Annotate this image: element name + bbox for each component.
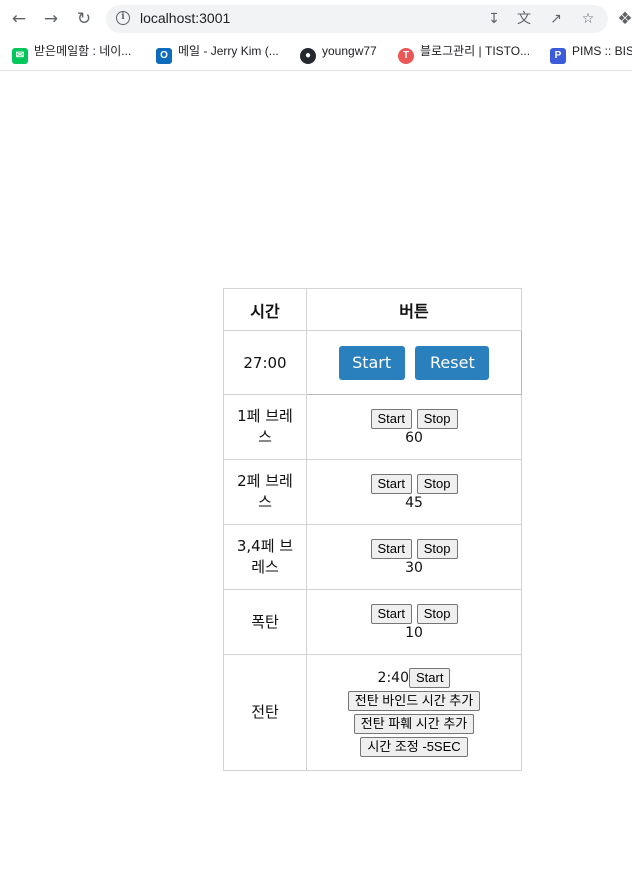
mail-icon: ✉ xyxy=(12,48,28,64)
bookmark-item[interactable]: P PIMS :: BIS xyxy=(550,41,632,64)
outlook-icon: O xyxy=(156,48,172,64)
timer-row: 3,4페 브레스 Start Stop 30 xyxy=(223,524,522,590)
adjust-time-button[interactable]: 시간 조정 -5SEC xyxy=(360,737,468,757)
start-button[interactable]: Start xyxy=(370,603,412,624)
last-timer-row: 전탄 2:40 Start 전탄 바인드 시간 추가 전탄 파훼 시간 추가 시간… xyxy=(223,654,522,771)
row-controls: Start Stop 30 xyxy=(306,524,522,590)
last-row-controls: 2:40 Start 전탄 바인드 시간 추가 전탄 파훼 시간 추가 시간 조정… xyxy=(306,654,522,771)
install-icon[interactable]: ↧ xyxy=(484,9,504,29)
extensions-icon[interactable]: ❖ xyxy=(614,8,632,30)
adjust-line: 시간 조정 -5SEC xyxy=(307,736,521,759)
header-row: 시간 버튼 xyxy=(223,288,522,331)
timer-table: 시간 버튼 27:00 Start Reset 1페 브레스 Start Sto… xyxy=(223,288,522,771)
browser-chrome: ← → ↻ i localhost:3001 ↧ 文 ↗ ☆ ❖ ✉ 받은메일함 … xyxy=(0,0,632,71)
stop-button[interactable]: Stop xyxy=(416,603,458,624)
row-value: 45 xyxy=(405,494,423,511)
bookmark-item[interactable]: ● youngw77 xyxy=(300,41,377,64)
main-reset-button[interactable]: Reset xyxy=(415,345,490,380)
main-start-button[interactable]: Start xyxy=(338,345,405,380)
stop-button[interactable]: Stop xyxy=(416,473,458,494)
header-time: 시간 xyxy=(223,288,307,331)
main-controls: Start Reset xyxy=(306,330,522,395)
row-label: 1페 브레스 xyxy=(223,394,307,460)
bookmarks-bar: ✉ 받은메일함 : 네이... O 메일 - Jerry Kim (... ● you… xyxy=(0,39,632,64)
address-bar[interactable]: i localhost:3001 ↧ 文 ↗ ☆ xyxy=(106,5,608,33)
translate-icon[interactable]: 文 xyxy=(514,9,534,29)
bookmark-item[interactable]: T 블로그관리 | TISTO... xyxy=(398,41,530,64)
bind-line: 전탄 바인드 시간 추가 xyxy=(307,690,521,713)
github-icon: ● xyxy=(300,48,316,64)
stop-button[interactable]: Stop xyxy=(416,538,458,559)
start-button[interactable]: Start xyxy=(370,538,412,559)
break-line: 전탄 파훼 시간 추가 xyxy=(307,713,521,736)
row-label: 3,4페 브레스 xyxy=(223,524,307,590)
timer-row: 1페 브레스 Start Stop 60 xyxy=(223,394,522,460)
row-label: 전탄 xyxy=(223,654,307,771)
timer-row: 폭탄 Start Stop 10 xyxy=(223,589,522,655)
start-button[interactable]: Start xyxy=(370,473,412,494)
row-label: 2페 브레스 xyxy=(223,459,307,525)
bookmark-item[interactable]: ✉ 받은메일함 : 네이... xyxy=(12,41,131,64)
row-value: 60 xyxy=(405,429,423,446)
start-button[interactable]: Start xyxy=(370,408,412,429)
row-label: 폭탄 xyxy=(223,589,307,655)
last-time-display: 2:40 xyxy=(377,669,409,686)
last-start-button[interactable]: Start xyxy=(408,668,451,688)
header-buttons: 버튼 xyxy=(306,288,522,331)
main-time-display: 27:00 xyxy=(223,330,307,395)
timer-row: 2페 브레스 Start Stop 45 xyxy=(223,459,522,525)
last-time-line: 2:40 Start xyxy=(307,667,521,690)
add-break-time-button[interactable]: 전탄 파훼 시간 추가 xyxy=(353,714,475,734)
tistory-icon: T xyxy=(398,48,414,64)
url-text[interactable]: localhost:3001 xyxy=(140,10,230,26)
row-controls: Start Stop 10 xyxy=(306,589,522,655)
add-bind-time-button[interactable]: 전탄 바인드 시간 추가 xyxy=(347,691,481,711)
row-controls: Start Stop 60 xyxy=(306,394,522,460)
bookmark-star-icon[interactable]: ☆ xyxy=(578,9,598,29)
row-value: 30 xyxy=(405,559,423,576)
main-timer-row: 27:00 Start Reset xyxy=(223,330,522,395)
reload-icon[interactable]: ↻ xyxy=(73,8,95,30)
share-icon[interactable]: ↗ xyxy=(546,9,566,29)
row-controls: Start Stop 45 xyxy=(306,459,522,525)
bookmark-item[interactable]: O 메일 - Jerry Kim (... xyxy=(156,41,279,64)
back-arrow-icon[interactable]: ← xyxy=(8,8,30,30)
row-value: 10 xyxy=(405,624,423,641)
site-info-icon[interactable]: i xyxy=(116,11,130,25)
forward-arrow-icon[interactable]: → xyxy=(40,8,62,30)
pims-icon: P xyxy=(550,48,566,64)
stop-button[interactable]: Stop xyxy=(416,408,458,429)
